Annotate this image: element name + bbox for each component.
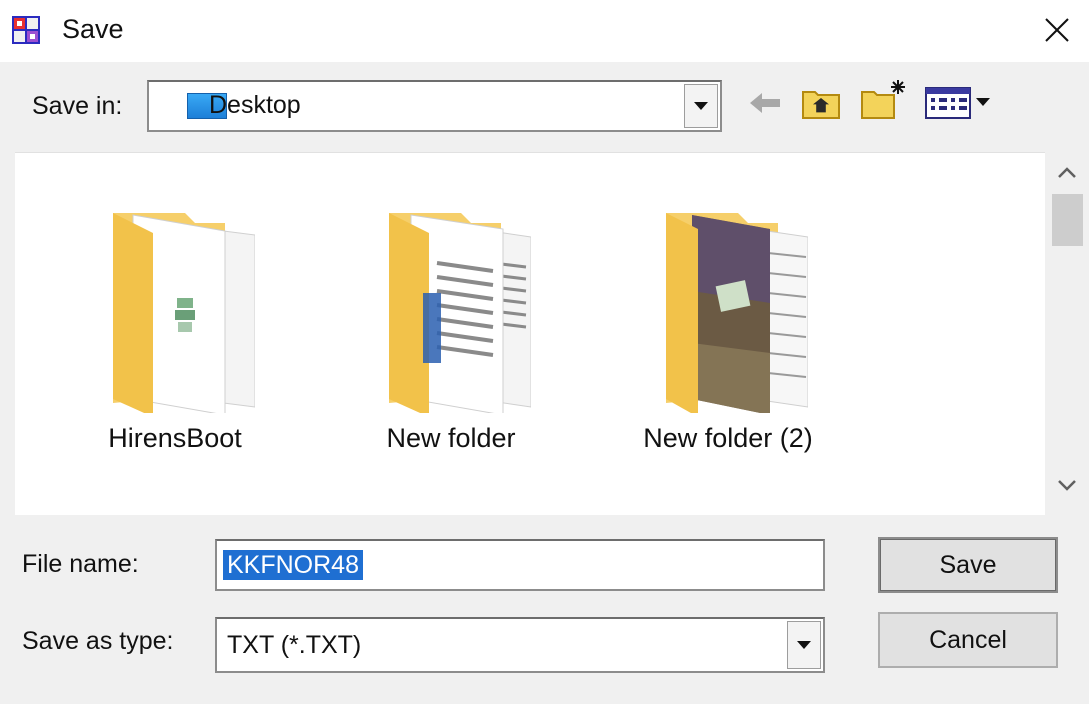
save-as-type-value: TXT (*.TXT) <box>227 631 362 659</box>
save-as-type-combo[interactable]: TXT (*.TXT) <box>215 617 825 673</box>
save-in-label: Save in: <box>32 92 123 120</box>
chevron-up-icon[interactable] <box>1055 162 1079 184</box>
chevron-down-icon[interactable] <box>1055 474 1079 496</box>
title-bar: Save <box>0 0 1089 62</box>
save-in-combo[interactable]: Desktop <box>147 80 722 132</box>
app-icon <box>12 16 40 44</box>
list-item[interactable]: HirensBoot <box>45 183 305 483</box>
back-arrow-icon[interactable] <box>748 88 784 118</box>
list-item[interactable]: New folder (2) <box>598 183 858 483</box>
new-folder-icon[interactable] <box>860 78 906 120</box>
file-name-label: File name: <box>22 550 139 578</box>
list-item[interactable]: New folder <box>321 183 581 483</box>
file-name-selected-text: KKFNOR48 <box>223 550 363 580</box>
save-in-dropdown-button[interactable] <box>684 84 718 128</box>
cancel-button[interactable]: Cancel <box>878 612 1058 668</box>
file-list[interactable]: HirensBoot New folder New folder (2) <box>15 152 1045 515</box>
chevron-down-icon <box>797 641 811 649</box>
file-name-label: HirensBoot <box>108 423 242 453</box>
folder-icon <box>666 213 808 413</box>
dialog-body: Save in: Desktop HirensBoot New folder N… <box>0 62 1089 704</box>
save-as-type-label: Save as type: <box>22 627 174 655</box>
file-name-label: New folder <box>386 423 516 453</box>
folder-icon <box>389 213 531 413</box>
save-in-value: Desktop <box>209 91 301 119</box>
scrollbar-thumb[interactable] <box>1052 194 1083 246</box>
up-one-level-icon[interactable] <box>801 84 841 120</box>
close-icon[interactable] <box>1039 12 1075 48</box>
window-title: Save <box>62 14 124 44</box>
file-name-label: New folder (2) <box>643 423 813 453</box>
save-as-type-dropdown-button[interactable] <box>787 621 821 669</box>
chevron-down-icon <box>694 102 708 110</box>
folder-icon <box>113 213 255 413</box>
vertical-scrollbar[interactable] <box>1045 152 1088 515</box>
views-menu-icon[interactable] <box>924 84 992 120</box>
save-button[interactable]: Save <box>878 537 1058 593</box>
file-name-field[interactable]: KKFNOR48 <box>215 539 825 591</box>
